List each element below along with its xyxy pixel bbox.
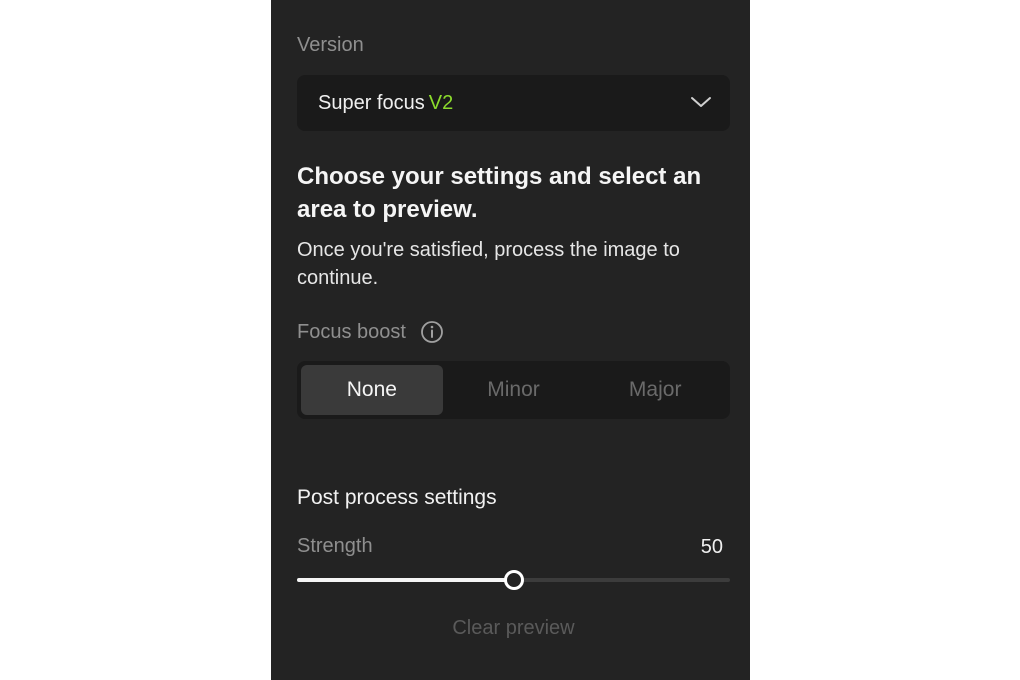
focus-boost-selector: None Minor Major xyxy=(297,361,730,419)
post-process-title: Post process settings xyxy=(297,486,497,509)
version-dropdown[interactable]: Super focus V2 xyxy=(297,75,730,131)
instructions-heading: Choose your settings and select an area … xyxy=(297,163,702,223)
strength-slider-fill xyxy=(297,578,514,582)
version-selected-value: Super focus V2 xyxy=(318,92,453,115)
focus-boost-option-minor[interactable]: Minor xyxy=(443,365,585,415)
version-selected-name: Super focus xyxy=(318,92,425,114)
focus-boost-option-major[interactable]: Major xyxy=(584,365,726,415)
strength-slider[interactable] xyxy=(297,570,730,590)
instructions-description: Once you're satisfied, process the image… xyxy=(297,239,680,289)
focus-boost-option-none[interactable]: None xyxy=(301,365,443,415)
version-label: Version xyxy=(297,34,364,56)
strength-slider-thumb[interactable] xyxy=(503,570,524,590)
strength-value: 50 xyxy=(700,536,723,558)
focus-boost-label: Focus boost xyxy=(297,320,406,343)
info-icon[interactable] xyxy=(420,320,444,344)
chevron-down-icon xyxy=(691,97,711,107)
version-selected-accent: V2 xyxy=(428,92,454,114)
strength-label: Strength xyxy=(297,535,373,557)
settings-panel: Version Super focus V2 Choose your settin… xyxy=(271,0,750,680)
focus-boost-header: Focus boost xyxy=(297,320,444,344)
clear-preview-button[interactable]: Clear preview xyxy=(297,617,730,640)
